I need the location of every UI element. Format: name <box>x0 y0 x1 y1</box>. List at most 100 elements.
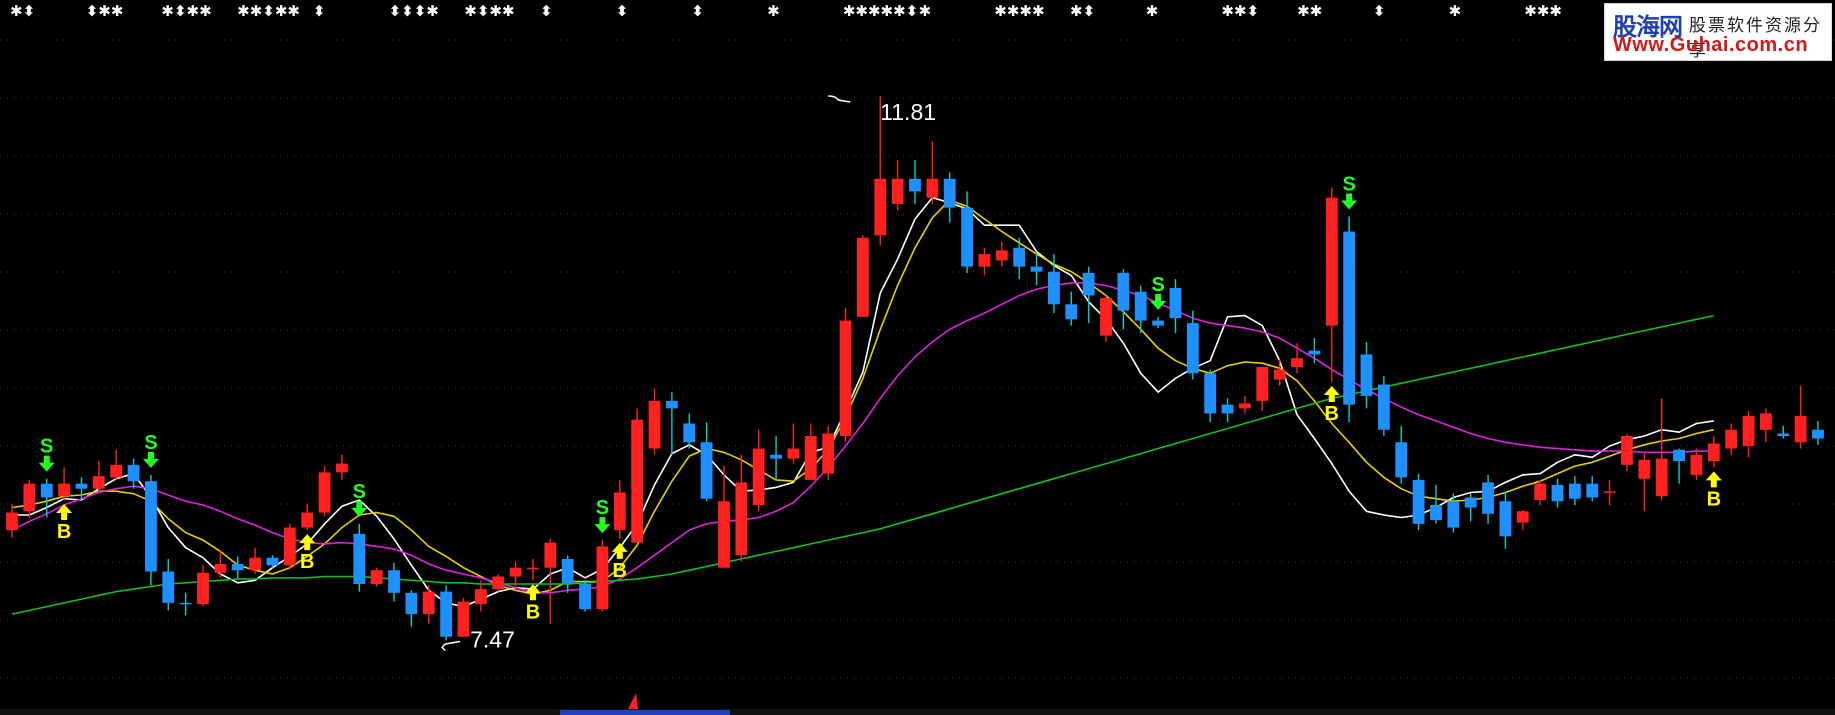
candle-body <box>700 442 713 499</box>
candle-body <box>6 512 18 531</box>
top-marker-strip: ✱⬍ ⬍✱✱ ✱⬍✱✱ ✱✱⬍✱✱ ⬍ ⬍⬍⬍✱ ✱⬍✱✱ ⬍ ⬍ ⬍ ✱ ✱✱✱✱✱⬍ ✱ ✱✱✱✱ ✱⬍… <box>10 2 1562 20</box>
candle-body <box>40 483 53 498</box>
candle-body <box>197 572 209 605</box>
candle-body <box>1169 287 1182 319</box>
candle-body <box>422 591 435 615</box>
candle-body <box>440 591 453 637</box>
candle-body <box>943 178 956 208</box>
candle-body <box>388 570 400 593</box>
candle-body <box>266 557 279 566</box>
candle-body <box>1794 415 1807 443</box>
candle-body <box>1256 367 1269 401</box>
candle-body <box>1516 511 1529 523</box>
candle-body <box>735 482 748 556</box>
top-marker: ✱✱✱ <box>1524 2 1562 20</box>
buy-signal-label: B <box>1707 488 1721 510</box>
top-marker: ✱ <box>919 2 932 20</box>
candle-body <box>839 320 852 436</box>
candle-body <box>283 527 296 566</box>
candle-body <box>1013 247 1026 267</box>
candle-body <box>457 601 470 637</box>
buy-signal-label: B <box>300 551 314 573</box>
candle-body <box>1134 291 1147 321</box>
candle-body <box>249 557 262 571</box>
candle-body <box>995 250 1008 261</box>
sell-signal-label: S <box>596 497 609 519</box>
sell-arrow-icon <box>38 455 55 472</box>
top-marker: ⬍ <box>691 2 704 20</box>
buy-signal-label: B <box>1325 403 1339 425</box>
grid-lines <box>0 39 1835 679</box>
candle-body <box>1065 304 1078 320</box>
buy-signal-label: B <box>613 560 627 582</box>
candle-body <box>92 476 105 489</box>
candle-body <box>1204 373 1217 414</box>
top-marker: ✱ <box>767 2 780 20</box>
candle-body <box>1117 272 1130 311</box>
bottom-strip <box>0 709 1835 715</box>
candle-body <box>1655 458 1668 497</box>
candle-body <box>1464 497 1477 508</box>
candle-body <box>127 464 140 482</box>
candle-body <box>1412 479 1425 524</box>
candle-body <box>1291 358 1303 367</box>
buy-arrow-icon <box>611 542 628 559</box>
top-marker: ✱✱ <box>1297 2 1322 20</box>
candle-body <box>1030 266 1043 272</box>
candle-body <box>1586 483 1599 498</box>
top-marker: ✱⬍ <box>1070 2 1095 20</box>
high-pointer <box>828 95 851 103</box>
candle-body <box>648 400 661 449</box>
buy-signal-label: B <box>526 601 540 623</box>
candle-body <box>336 463 348 473</box>
candle-body <box>145 481 157 572</box>
candles <box>6 96 1824 641</box>
candle-body <box>909 178 921 192</box>
sell-signal-label: S <box>1151 274 1164 296</box>
candle-body <box>856 237 869 317</box>
candle-body <box>596 546 609 610</box>
candle-body <box>58 483 71 497</box>
candle-body <box>961 207 974 267</box>
sell-arrow-icon <box>1341 193 1358 210</box>
sell-arrow-icon <box>594 517 611 534</box>
cursor-marker-icon <box>628 693 638 709</box>
candle-body <box>1482 482 1494 514</box>
watermark-logo: 股海网 股票软件资源分享 Www.Guhai.com.cn <box>1604 3 1832 61</box>
sell-signal-label: S <box>1342 173 1355 195</box>
candle-body <box>822 433 835 474</box>
candle-body <box>301 512 314 528</box>
candle-body <box>891 178 904 204</box>
sell-arrow-icon <box>142 451 159 468</box>
ma-line-magenta <box>11 282 1714 594</box>
candle-body <box>978 254 991 267</box>
candle-body <box>683 423 696 443</box>
candle-body <box>804 436 817 480</box>
top-marker: ⬍ <box>313 2 326 20</box>
scroll-thumb <box>560 710 730 715</box>
candle-body <box>1100 298 1112 336</box>
top-marker: ⬍ <box>616 2 629 20</box>
candle-body <box>665 400 678 409</box>
candle-body <box>631 419 644 543</box>
top-marker: ⬍✱✱ <box>86 2 124 20</box>
candle-body <box>75 483 88 489</box>
buy-signal-label: B <box>57 521 71 543</box>
candle-body <box>1673 449 1685 462</box>
candle-body <box>1759 413 1772 430</box>
buy-arrow-icon <box>1705 471 1722 488</box>
candle-body <box>1273 369 1286 380</box>
candle-body <box>1551 484 1564 502</box>
top-marker: ✱✱✱✱✱⬍ <box>843 2 918 20</box>
candlestick-chart[interactable]: ✱⬍ ⬍✱✱ ✱⬍✱✱ ✱✱⬍✱✱ ⬍ ⬍⬍⬍✱ ✱⬍✱✱ ⬍ ⬍ ⬍ ✱ ✱✱✱✱✱⬍ ✱ ✱✱✱✱ ✱⬍… <box>0 0 1835 715</box>
top-marker: ✱⬍✱✱ <box>161 2 211 20</box>
candle-body <box>1308 350 1321 355</box>
candle-body <box>405 592 418 615</box>
top-marker: ✱ <box>1146 2 1159 20</box>
watermark-url: Www.Guhai.com.cn <box>1613 34 1809 56</box>
candle-body <box>926 178 939 198</box>
candle-body <box>613 492 626 531</box>
candle-body <box>1447 501 1460 528</box>
low-price-label: 7.47 <box>470 626 515 652</box>
candle-body <box>527 567 539 570</box>
